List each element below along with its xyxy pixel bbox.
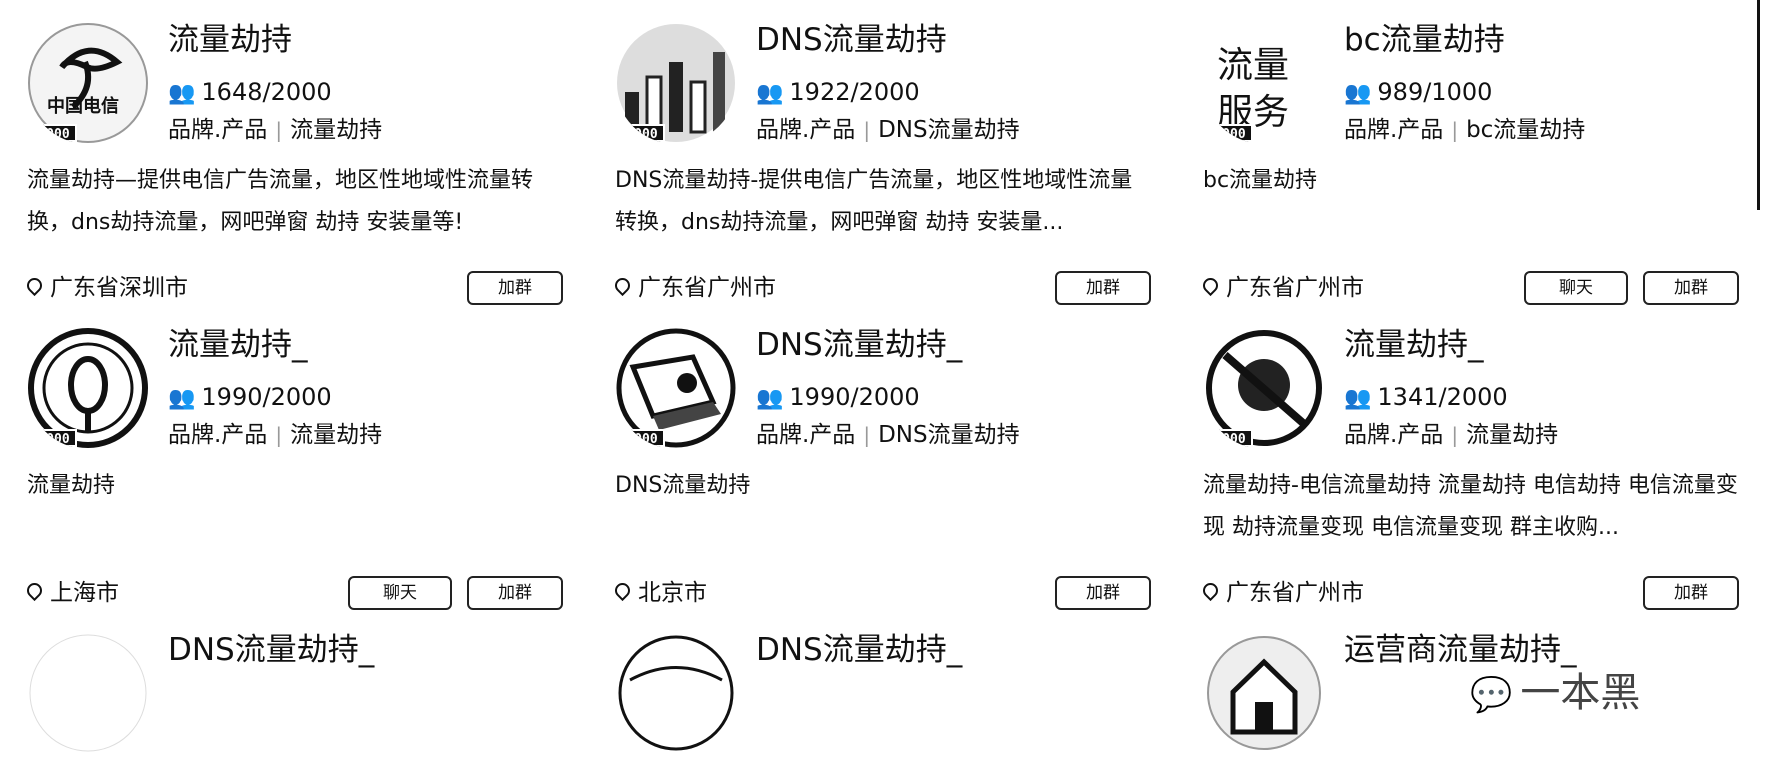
group-card[interactable]: 中国电信 2000 流量劫持 👥 1648/2000 品牌.产品 | 流量劫持 流量劫… (0, 0, 563, 340)
group-description: 流量劫持 (27, 473, 116, 498)
group-avatar[interactable]: 2000 (615, 327, 737, 449)
chat-button[interactable]: 聊天 (348, 576, 452, 610)
members-icon: 👥 (756, 81, 784, 106)
group-location: 北京市 (611, 577, 707, 609)
group-description: DNS流量劫持-提供电信广告流量，地区性地域性流量转换，dns劫持流量，网吧弹窗… (615, 168, 1133, 235)
member-count: 👥 1648/2000 (168, 78, 332, 106)
group-card[interactable]: 2000 流量劫持_ 👥 1990/2000 品牌.产品 | 流量劫持 流量劫持 上海… (0, 305, 563, 645)
svg-text:流量: 流量 (1217, 45, 1289, 86)
group-tags: 品牌.产品 | DNS流量劫持 (756, 117, 1020, 143)
members-icon: 👥 (168, 81, 196, 106)
capacity-badge: 2000 (619, 124, 665, 142)
group-description: 流量劫持—提供电信广告流量，地区性地域性流量转换，dns劫持流量，网吧弹窗 劫持… (27, 168, 534, 235)
location-pin-icon (1199, 579, 1222, 602)
group-description: 流量劫持-电信流量劫持 流量劫持 电信劫持 电信流量变现 劫持流量变现 电信流量… (1203, 473, 1738, 540)
group-name[interactable]: DNS流量劫持_ (756, 323, 962, 367)
dns-badge-icon (618, 635, 734, 751)
group-card[interactable]: 2000 DNS流量劫持 👥 1922/2000 品牌.产品 | DNS流量劫持 DN… (588, 0, 1151, 340)
blank-avatar-icon (29, 634, 147, 752)
join-group-button[interactable]: 加群 (1055, 271, 1151, 305)
watermark: 💬 一本黑 (1470, 670, 1641, 716)
group-tags: 品牌.产品 | 流量劫持 (168, 422, 383, 448)
group-avatar[interactable]: 2000 (27, 327, 149, 449)
house-photo-icon (1207, 636, 1321, 750)
group-avatar[interactable]: 中国电信 2000 (27, 22, 149, 144)
location-pin-icon (1199, 274, 1222, 297)
group-location: 上海市 (23, 577, 119, 609)
group-avatar[interactable] (1203, 632, 1325, 754)
member-count: 👥 1990/2000 (756, 383, 920, 411)
group-tags: 品牌.产品 | 流量劫持 (1344, 422, 1559, 448)
capacity-badge: 2000 (31, 124, 77, 142)
members-icon: 👥 (1344, 81, 1372, 106)
group-description: bc流量劫持 (1203, 168, 1318, 193)
wechat-icon: 💬 (1470, 675, 1513, 715)
member-count: 👥 1922/2000 (756, 78, 920, 106)
member-count: 👥 1990/2000 (168, 383, 332, 411)
group-card[interactable]: DNS流量劫持_ (0, 610, 560, 760)
group-name[interactable]: DNS流量劫持_ (168, 628, 374, 672)
location-pin-icon (611, 274, 634, 297)
group-card[interactable]: 2000 流量劫持_ 👥 1341/2000 品牌.产品 | 流量劫持 流量劫持-电信… (1176, 305, 1739, 645)
group-card[interactable]: 流量 服务 1000 bc流量劫持 👥 989/1000 品牌.产品 | bc流量劫持… (1176, 0, 1739, 340)
group-name[interactable]: DNS流量劫持 (756, 18, 947, 62)
join-group-button[interactable]: 加群 (1643, 271, 1739, 305)
group-tags: 品牌.产品 | DNS流量劫持 (756, 422, 1020, 448)
group-tags: 品牌.产品 | bc流量劫持 (1344, 117, 1586, 143)
member-count: 👥 989/1000 (1344, 78, 1493, 106)
chat-button[interactable]: 聊天 (1524, 271, 1628, 305)
group-location: 广东省深圳市 (23, 272, 188, 304)
members-icon: 👥 (168, 386, 196, 411)
group-avatar[interactable] (615, 632, 737, 754)
capacity-badge: 2000 (619, 429, 665, 447)
group-card[interactable]: DNS流量劫持_ (588, 610, 1148, 760)
join-group-button[interactable]: 加群 (467, 271, 563, 305)
location-pin-icon (611, 579, 634, 602)
group-name[interactable]: DNS流量劫持_ (756, 628, 962, 672)
capacity-badge: 2000 (31, 429, 77, 447)
group-avatar[interactable]: 2000 (615, 22, 737, 144)
group-card[interactable]: 2000 DNS流量劫持_ 👥 1990/2000 品牌.产品 | DNS流量劫持 D… (588, 305, 1151, 645)
capacity-badge: 2000 (1207, 429, 1253, 447)
group-name[interactable]: 流量劫持_ (168, 323, 308, 367)
group-location: 广东省广州市 (1199, 272, 1364, 304)
members-icon: 👥 (1344, 386, 1372, 411)
group-description: DNS流量劫持 (615, 473, 751, 498)
group-name[interactable]: bc流量劫持 (1344, 18, 1505, 62)
group-avatar[interactable]: 流量 服务 1000 (1203, 22, 1325, 144)
members-icon: 👥 (756, 386, 784, 411)
group-card[interactable]: 运营商流量劫持_ (1176, 610, 1736, 760)
join-group-button[interactable]: 加群 (1055, 576, 1151, 610)
join-group-button[interactable]: 加群 (1643, 576, 1739, 610)
group-avatar[interactable] (27, 632, 149, 754)
capacity-badge: 1000 (1207, 124, 1253, 142)
location-pin-icon (23, 579, 46, 602)
group-location: 广东省广州市 (611, 272, 776, 304)
group-avatar[interactable]: 2000 (1203, 327, 1325, 449)
scrollbar[interactable] (1757, 0, 1772, 210)
group-name[interactable]: 流量劫持 (168, 18, 292, 62)
member-count: 👥 1341/2000 (1344, 383, 1508, 411)
group-tags: 品牌.产品 | 流量劫持 (168, 117, 383, 143)
group-results-grid: 中国电信 2000 流量劫持 👥 1648/2000 品牌.产品 | 流量劫持 流量劫… (0, 0, 1750, 760)
group-location: 广东省广州市 (1199, 577, 1364, 609)
join-group-button[interactable]: 加群 (467, 576, 563, 610)
svg-text:中国电信: 中国电信 (47, 95, 119, 117)
location-pin-icon (23, 274, 46, 297)
group-name[interactable]: 流量劫持_ (1344, 323, 1484, 367)
